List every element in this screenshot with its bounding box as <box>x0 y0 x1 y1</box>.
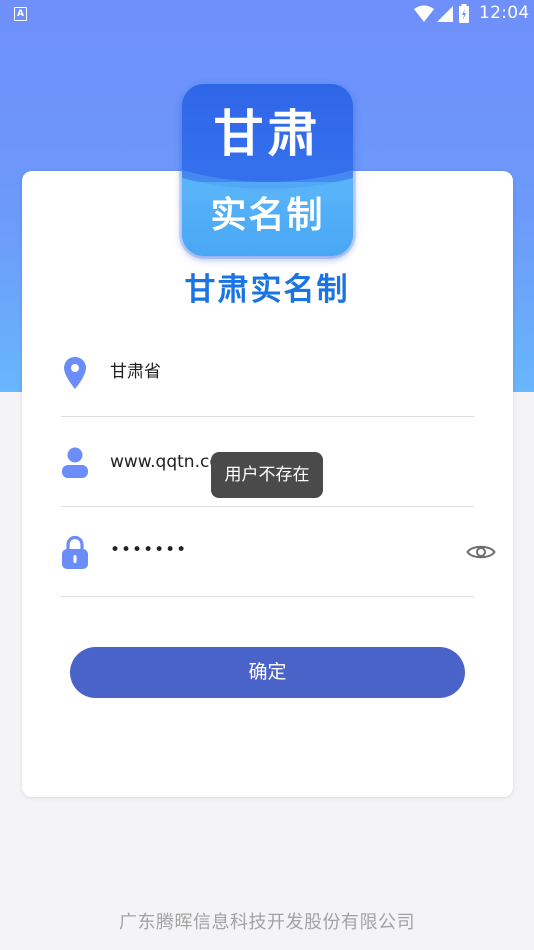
eye-icon[interactable] <box>466 542 496 562</box>
cell-signal-icon <box>437 6 453 22</box>
battery-icon <box>459 4 469 23</box>
location-pin-icon <box>64 357 86 389</box>
wifi-icon <box>414 5 434 22</box>
field-divider <box>61 596 474 597</box>
confirm-button[interactable]: 确定 <box>70 647 465 698</box>
user-icon <box>62 447 88 478</box>
logo-bottom-text: 实名制 <box>210 195 325 236</box>
company-footer: 广东腾晖信息科技开发股份有限公司 <box>119 912 415 933</box>
status-time: 12:04 <box>479 3 530 23</box>
password-input[interactable]: ••••••• <box>110 539 187 561</box>
error-toast: 用户不存在 <box>211 452 323 498</box>
province-field[interactable]: 甘肃省 <box>61 327 474 417</box>
app-logo: 甘肃 实名制 <box>182 84 353 256</box>
app-title: 甘肃实名制 <box>184 272 350 308</box>
status-bar: A 12:04 <box>0 0 534 28</box>
province-value[interactable]: 甘肃省 <box>110 361 161 383</box>
logo-top-text: 甘肃 <box>213 105 322 163</box>
password-field[interactable]: ••••••• <box>61 507 496 597</box>
notification-app-icon: A <box>14 7 27 21</box>
lock-icon <box>62 535 88 569</box>
